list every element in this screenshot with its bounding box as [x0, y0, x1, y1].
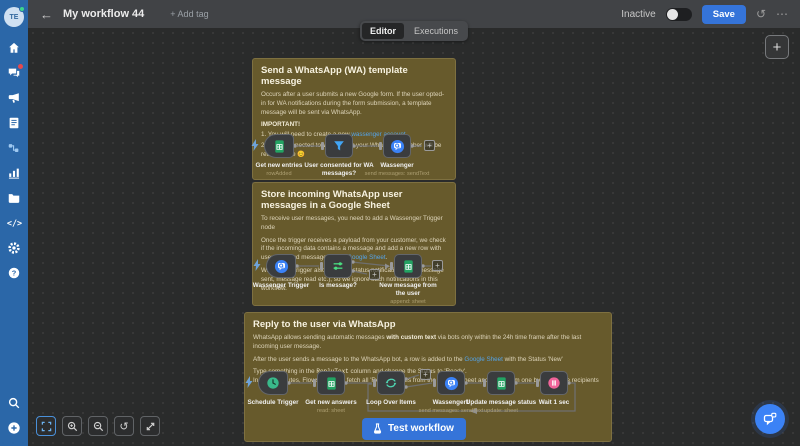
node-wassenger-trigger[interactable] [266, 254, 296, 278]
header-right: Inactive Save ↺ ⋯ [621, 5, 800, 24]
search-icon [7, 396, 21, 410]
more-menu-icon[interactable]: ⋯ [776, 8, 788, 20]
node-wait[interactable] [540, 371, 568, 395]
home-icon [7, 41, 21, 55]
node-schedule-trigger[interactable] [258, 371, 288, 395]
gear-icon [7, 241, 21, 255]
zoom-out-icon [93, 421, 104, 432]
workflow-canvas[interactable]: Send a WhatsApp (WA) template message Oc… [28, 28, 800, 446]
test-workflow-button[interactable]: Test workflow [362, 418, 466, 440]
zoom-in-button[interactable] [62, 416, 82, 436]
node-is-message[interactable] [324, 254, 352, 278]
code-icon: </> [7, 215, 22, 230]
fit-view-button[interactable] [36, 416, 56, 436]
tab-editor[interactable]: Editor [362, 23, 404, 39]
avatar-initials: TE [10, 14, 19, 21]
sidebar-item-workflows[interactable] [0, 135, 28, 160]
sidebar-item-insights[interactable] [0, 160, 28, 185]
n8n-app: TE </> ? [0, 0, 800, 446]
active-toggle[interactable] [666, 8, 692, 21]
node-update-message-status[interactable] [487, 371, 515, 395]
avatar[interactable]: TE [4, 7, 24, 27]
node-user-consented[interactable] [325, 134, 353, 158]
google-sheets-icon [494, 376, 509, 391]
undo-icon: ↺ [119, 420, 128, 433]
add-node-endpoint[interactable]: + [432, 260, 443, 271]
filter-icon [332, 139, 346, 153]
zoom-in-icon [67, 421, 78, 432]
sidebar-item-help[interactable]: ? [0, 260, 28, 285]
loop-icon [384, 376, 398, 390]
add-node-endpoint[interactable]: + [424, 140, 435, 151]
add-tag-button[interactable]: + Add tag [170, 9, 208, 19]
megaphone-icon [7, 91, 21, 105]
node-wassenger1[interactable] [437, 371, 465, 395]
add-node-endpoint[interactable]: + [420, 369, 431, 380]
sidebar: TE </> ? [0, 0, 28, 446]
active-status-label: Inactive [621, 9, 655, 20]
flask-icon [372, 423, 383, 434]
trigger-bolt-icon [253, 259, 261, 271]
fit-view-icon [41, 421, 52, 432]
diagonal-arrow-icon [145, 421, 156, 432]
sidebar-item-add[interactable] [0, 415, 28, 440]
insights-icon [7, 166, 21, 180]
wassenger-icon [390, 139, 405, 154]
zoom-out-button[interactable] [88, 416, 108, 436]
if-filter-icon [331, 259, 345, 273]
trigger-bolt-icon [251, 139, 259, 151]
sidebar-item-projects[interactable] [0, 185, 28, 210]
sidebar-item-search[interactable] [0, 390, 28, 415]
node-loop-over-items[interactable] [377, 371, 405, 395]
chat-bubbles-icon [762, 411, 778, 427]
pause-icon [547, 376, 561, 390]
reset-zoom-button[interactable]: ↺ [114, 416, 134, 436]
connections [28, 28, 800, 446]
clock-icon [266, 376, 280, 390]
add-node-endpoint[interactable]: + [369, 269, 380, 280]
sidebar-item-variables[interactable]: </> [0, 210, 28, 235]
wassenger-icon [274, 259, 289, 274]
google-sheets-icon [272, 139, 287, 154]
sidebar-item-templates[interactable] [0, 110, 28, 135]
workflow-title[interactable]: My workflow 44 [63, 8, 144, 20]
svg-text:</>: </> [7, 218, 22, 228]
node-get-new-answers[interactable] [317, 371, 345, 395]
folder-icon [7, 191, 21, 205]
sidebar-item-home[interactable] [0, 35, 28, 60]
node-new-message[interactable] [394, 254, 422, 278]
online-status-dot [19, 6, 25, 12]
google-sheets-icon [401, 259, 416, 274]
test-workflow-label: Test workflow [388, 423, 454, 434]
google-sheets-icon [324, 376, 339, 391]
history-icon[interactable]: ↺ [756, 8, 766, 20]
sidebar-item-settings[interactable] [0, 235, 28, 260]
save-button[interactable]: Save [702, 5, 746, 24]
back-button[interactable]: ← [40, 7, 53, 22]
tidy-up-button[interactable] [140, 416, 160, 436]
canvas-controls: ↺ [36, 416, 160, 436]
templates-icon [7, 116, 21, 130]
svg-text:?: ? [12, 268, 17, 277]
trigger-bolt-icon [245, 376, 253, 388]
help-icon: ? [7, 266, 21, 280]
node-wassenger[interactable] [383, 134, 411, 158]
wassenger-icon [444, 376, 459, 391]
workflows-icon [7, 141, 21, 155]
view-tabs: Editor Executions [360, 21, 468, 41]
plus-circle-icon [7, 421, 21, 435]
help-chat-fab[interactable] [755, 404, 785, 434]
node-get-new-entries[interactable] [264, 134, 294, 158]
toggle-knob [667, 9, 678, 20]
notification-badge [18, 64, 23, 69]
tab-executions[interactable]: Executions [406, 23, 466, 39]
sidebar-item-chat[interactable] [0, 60, 28, 85]
sidebar-item-announcements[interactable] [0, 85, 28, 110]
canvas-add-node-button[interactable]: + [765, 35, 789, 59]
